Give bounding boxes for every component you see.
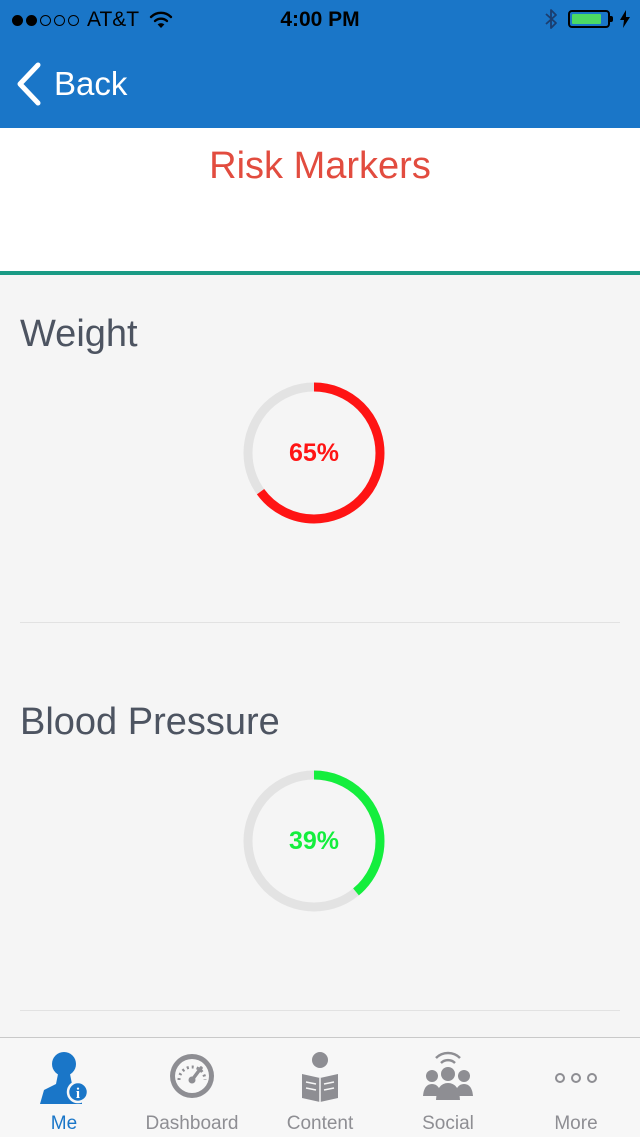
risk-marker-blood-pressure: Blood Pressure 39% [20, 663, 620, 1013]
back-button[interactable]: Back [16, 62, 127, 106]
status-right [544, 7, 630, 31]
marker-percent: 65% [288, 438, 340, 467]
tab-label: Content [286, 1113, 354, 1134]
tab-label: Social [422, 1113, 474, 1134]
tab-label: Me [50, 1113, 78, 1134]
marker-label: Weight [20, 313, 138, 355]
more-dots-icon [555, 1073, 597, 1083]
gauge-icon [170, 1054, 214, 1098]
tab-label: Dashboard [145, 1113, 239, 1134]
section-divider [20, 622, 620, 623]
battery-level [572, 14, 601, 24]
title-header: Risk Markers [0, 128, 640, 275]
back-label: Back [54, 65, 128, 102]
group-icon [423, 1051, 473, 1100]
reader-icon [302, 1052, 338, 1102]
svg-text:i: i [76, 1086, 80, 1102]
tab-content[interactable]: Content [256, 1038, 384, 1137]
chevron-left-icon [17, 62, 41, 106]
bluetooth-icon [545, 9, 557, 29]
battery-icon [568, 10, 613, 28]
navigation-bar: Back [0, 40, 640, 128]
tab-dashboard[interactable]: Dashboard [128, 1038, 256, 1137]
marker-percent: 39% [288, 826, 340, 855]
person-info-icon: i [40, 1052, 90, 1104]
marker-label: Blood Pressure [20, 701, 280, 743]
status-bar: AT&T 4:00 PM [0, 0, 640, 40]
tab-social[interactable]: Social [384, 1038, 512, 1137]
tab-bar: i Me Dashboard Content Social More [0, 1037, 640, 1137]
section-divider [20, 1010, 620, 1011]
risk-marker-weight: Weight 65% [20, 275, 620, 625]
tab-label: More [554, 1113, 598, 1134]
page-title: Risk Markers [209, 145, 431, 187]
tab-more[interactable]: More [512, 1038, 640, 1137]
tab-me[interactable]: i Me [0, 1038, 128, 1137]
charging-bolt-icon [620, 10, 630, 28]
